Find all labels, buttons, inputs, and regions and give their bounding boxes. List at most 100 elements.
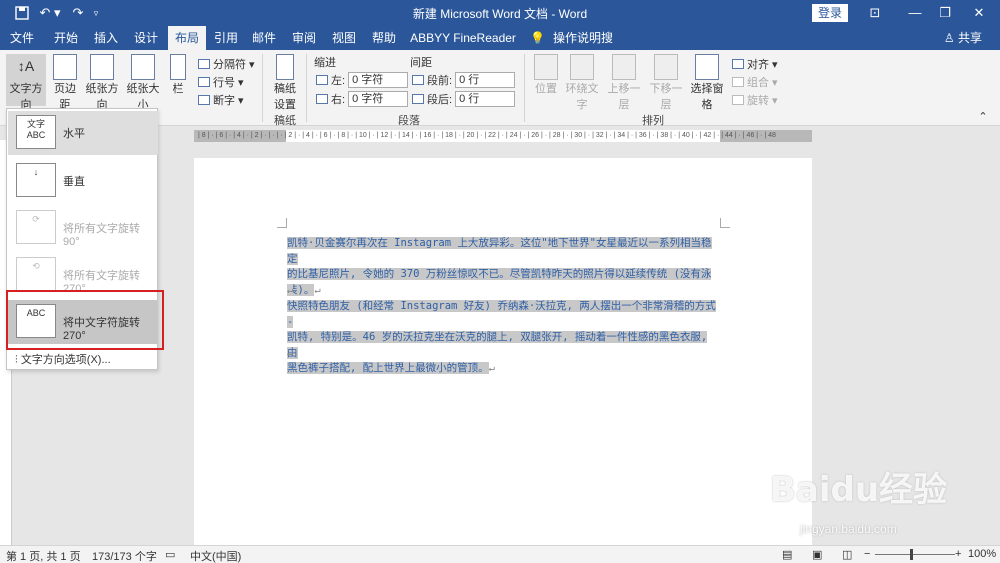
- zoom-in-icon[interactable]: +: [955, 548, 961, 560]
- page-count[interactable]: 第 1 页, 共 1 页: [6, 548, 81, 563]
- group-label-arrange: 排列: [642, 115, 664, 127]
- tab-review[interactable]: 审阅: [286, 26, 322, 50]
- baidu-watermark: Baidu经验: [770, 470, 948, 510]
- text-line: 快照特色朋友 (和经常 Instagram 好友) 乔纳森·沃拉克, 两人摆出一…: [287, 300, 716, 328]
- corner-mark: [277, 218, 287, 228]
- status-bar: 第 1 页, 共 1 页 173/173 个字 ▭ 中文(中国) ▤ ▣ ◫ −…: [0, 545, 1000, 563]
- divider: [262, 54, 263, 122]
- read-mode-icon[interactable]: ▤: [782, 548, 792, 561]
- vertical-text-icon: ↓: [16, 163, 56, 197]
- spacing-after-input[interactable]: 0 行: [455, 91, 516, 107]
- tab-help[interactable]: 帮助: [366, 26, 402, 50]
- window-title: 新建 Microsoft Word 文档 - Word: [412, 7, 588, 21]
- position-button[interactable]: 位置: [532, 54, 560, 96]
- spacing-after-icon: [412, 94, 424, 104]
- text-direction-options[interactable]: ⫶ 文字方向选项(X)...: [15, 351, 111, 367]
- ribbon-display-icon[interactable]: ⊡: [860, 3, 890, 23]
- tab-design[interactable]: 设计: [128, 26, 164, 50]
- rotate-270-icon: ⟲: [16, 257, 56, 291]
- tab-insert[interactable]: 插入: [88, 26, 124, 50]
- text-line: 黑色裤子搭配, 配上世界上最微小的管顶。: [287, 362, 489, 374]
- spacing-before: 段前: 0 行: [412, 72, 516, 88]
- bring-forward-icon: [612, 54, 636, 80]
- indent-left: 左: 0 字符: [316, 72, 409, 88]
- zoom-handle[interactable]: [910, 549, 913, 560]
- indent-left-input[interactable]: 0 字符: [348, 72, 409, 88]
- tell-me-search[interactable]: 操作说明搜索: [550, 26, 616, 69]
- restore-icon[interactable]: ❐: [930, 3, 960, 23]
- group-button[interactable]: 组合 ▾: [732, 74, 778, 90]
- text-direction-button[interactable]: ↕A 文字方向▾: [6, 54, 46, 125]
- line-numbers-button[interactable]: 行号 ▾: [198, 74, 244, 90]
- paragraph-last[interactable]: ↵: [287, 346, 720, 362]
- selection-pane-button[interactable]: 选择窗格: [686, 54, 728, 112]
- horizontal-ruler[interactable]: | 8 | · | 6 | · | 4 | · | 2 | · | · | · …: [194, 130, 812, 142]
- indent-right-input[interactable]: 0 字符: [348, 91, 409, 107]
- size-button[interactable]: 纸张大小: [124, 54, 162, 112]
- rotate-90-icon: ⟳: [16, 210, 56, 244]
- zoom-slider[interactable]: [875, 554, 955, 555]
- align-button[interactable]: 对齐 ▾: [732, 56, 778, 72]
- collapse-ribbon-icon[interactable]: ⌃: [976, 110, 990, 123]
- tab-references[interactable]: 引用: [208, 26, 244, 50]
- lightbulb-icon: 💡: [530, 31, 545, 45]
- position-icon: [534, 54, 558, 80]
- login-button[interactable]: 登录: [812, 4, 848, 22]
- menu-item-vertical[interactable]: ↓ 垂直: [8, 159, 158, 203]
- minimize-icon[interactable]: —: [900, 3, 930, 23]
- indent-label: 缩进: [314, 57, 336, 69]
- columns-icon: [170, 54, 186, 80]
- corner-mark: [720, 218, 730, 228]
- title-bar: ↶ ▾ ↷ ▿ 新建 Microsoft Word 文档 - Word 登录 ⊡…: [0, 0, 1000, 26]
- return-mark: ↵: [488, 362, 495, 374]
- text-line: 的比基尼照片, 令她的 370 万粉丝惊叹不已。尽管凯特昨天的照片得以延续传统 …: [287, 268, 712, 280]
- group-label-manuscript: 稿纸: [274, 115, 296, 127]
- send-backward-button[interactable]: 下移一层: [646, 54, 686, 112]
- tab-view[interactable]: 视图: [326, 26, 362, 50]
- hyphenation-icon: [198, 95, 210, 105]
- breaks-button[interactable]: 分隔符 ▾: [198, 56, 255, 72]
- tab-abbyy[interactable]: ABBYY FineReader 12: [408, 26, 518, 69]
- divider: [306, 54, 307, 122]
- menu-item-rotate-90[interactable]: ⟳ 将所有文字旋转 90°: [8, 206, 158, 250]
- language[interactable]: 中文(中国): [190, 548, 241, 563]
- tab-layout[interactable]: 布局: [168, 26, 206, 50]
- tab-mailings[interactable]: 邮件: [246, 26, 282, 50]
- menu-item-horizontal[interactable]: 文字 ABC 水平: [8, 111, 158, 155]
- bring-forward-button[interactable]: 上移一层: [604, 54, 644, 112]
- print-layout-icon[interactable]: ▣: [812, 548, 822, 561]
- close-icon[interactable]: ✕: [964, 3, 994, 23]
- orientation-icon: [90, 54, 114, 80]
- paragraph-empty[interactable]: ↵: [287, 283, 720, 299]
- return-mark: ↵: [287, 347, 294, 359]
- spacing-before-icon: [412, 75, 424, 85]
- web-layout-icon[interactable]: ◫: [842, 548, 852, 561]
- send-backward-icon: [654, 54, 678, 80]
- orientation-button[interactable]: 纸张方向: [82, 54, 122, 112]
- line-numbers-icon: [198, 77, 210, 87]
- margins-button[interactable]: 页边距: [50, 54, 80, 112]
- divider: [524, 54, 525, 122]
- highlight-box: [6, 290, 164, 350]
- proofing-icon[interactable]: ▭: [165, 548, 175, 561]
- indent-right-icon: [316, 94, 328, 104]
- spacing-label: 间距: [410, 57, 432, 69]
- columns-button[interactable]: 栏: [168, 54, 188, 96]
- indent-right: 右: 0 字符: [316, 91, 409, 107]
- paper-size-icon: [131, 54, 155, 80]
- paragraph-2[interactable]: 快照特色朋友 (和经常 Instagram 好友) 乔纳森·沃拉克, 两人摆出一…: [287, 299, 720, 377]
- zoom-out-icon[interactable]: −: [864, 548, 870, 560]
- share-button[interactable]: ♙ 共享: [944, 26, 982, 50]
- return-mark: ↵: [287, 284, 294, 296]
- tab-file[interactable]: 文件: [4, 26, 40, 50]
- word-count[interactable]: 173/173 个字: [92, 548, 157, 563]
- breaks-icon: [198, 59, 210, 69]
- zoom-level[interactable]: 100%: [968, 548, 996, 560]
- spacing-before-input[interactable]: 0 行: [455, 72, 516, 88]
- align-icon: [732, 59, 744, 69]
- wrap-text-button[interactable]: 环绕文字: [562, 54, 602, 112]
- hyphenation-button[interactable]: 断字 ▾: [198, 92, 244, 108]
- tab-home[interactable]: 开始: [48, 26, 84, 50]
- rotate-button[interactable]: 旋转 ▾: [732, 92, 778, 108]
- manuscript-button[interactable]: 稿纸 设置: [270, 54, 300, 112]
